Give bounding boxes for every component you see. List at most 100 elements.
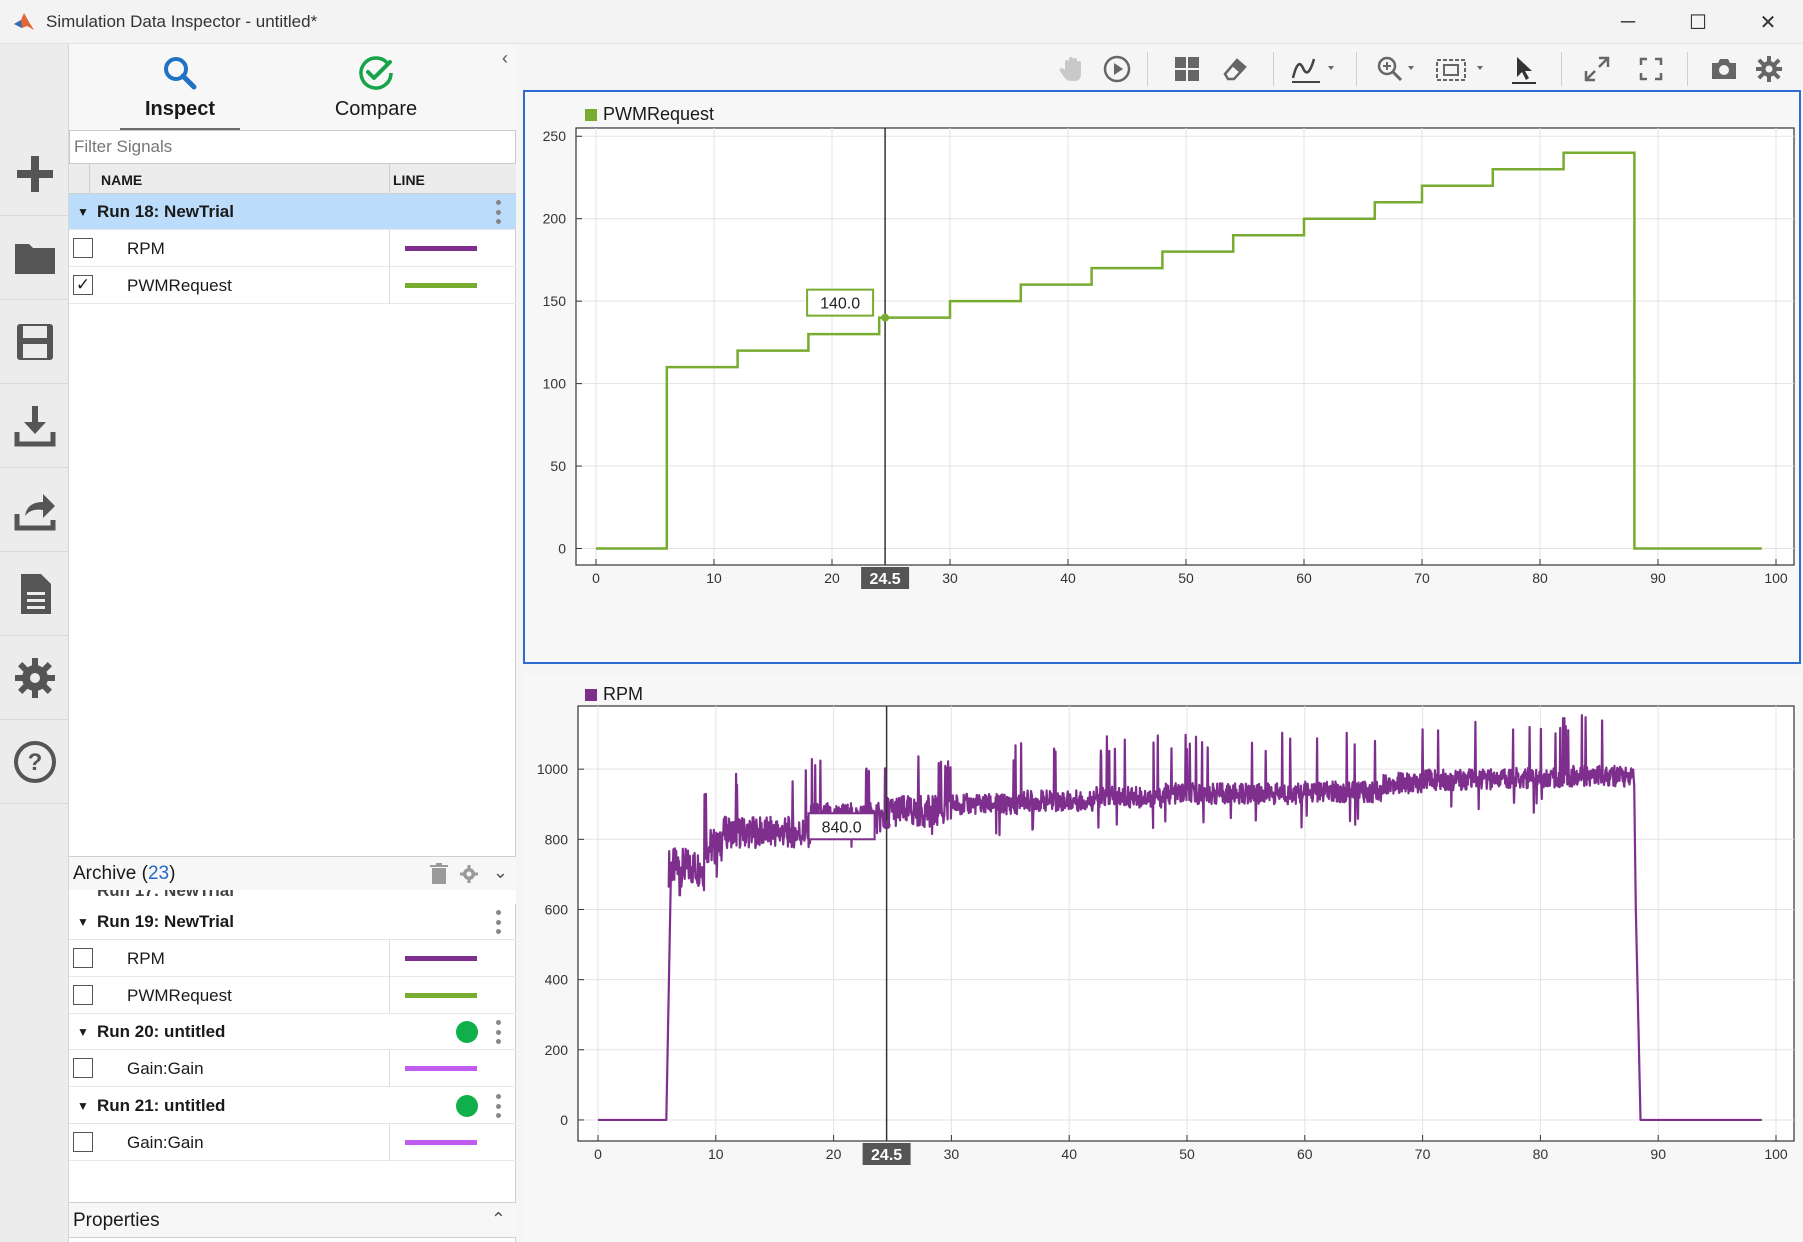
preferences-button[interactable] (0, 636, 69, 720)
snapshot-icon (1712, 59, 1736, 79)
column-name[interactable]: NAME (101, 172, 142, 188)
plot-rpm[interactable]: RPM 0 10 20 30 40 50 60 70 80 90 100 0 200 400 600 800 1… (523, 674, 1801, 1242)
minimize-button[interactable]: ─ (1593, 0, 1663, 44)
run-row[interactable]: ▼ Run 19: NewTrial (69, 904, 516, 940)
signal-row[interactable]: Gain:Gain (69, 1124, 516, 1161)
archive-settings-icon[interactable] (460, 865, 478, 883)
x-tick-label: 90 (1650, 570, 1666, 586)
signal-name: RPM (127, 949, 165, 968)
archive-count: 23 (147, 863, 170, 884)
snapshot-button[interactable] (1707, 52, 1741, 86)
title-bar: Simulation Data Inspector - untitled* ─ … (0, 0, 1803, 44)
pan-button[interactable] (1054, 52, 1088, 86)
maximize-button[interactable]: ☐ (1663, 0, 1733, 44)
pan-icon (1059, 57, 1081, 81)
line-style-icon (1291, 58, 1334, 83)
open-button[interactable] (0, 216, 69, 300)
expand-triangle-icon[interactable]: ▼ (77, 1025, 91, 1039)
run-row[interactable]: ▼ Run 20: untitled (69, 1014, 516, 1050)
column-line[interactable]: LINE (393, 172, 425, 188)
replay-icon (1103, 55, 1131, 83)
run-label: Run 17: NewTrial (97, 890, 234, 900)
new-session-button[interactable] (0, 132, 69, 216)
expand-button[interactable] (1580, 52, 1614, 86)
chart-svg[interactable]: 0 10 20 30 40 50 60 70 80 90 100020040060080010002… (523, 674, 1801, 1242)
expand-triangle-icon[interactable]: ▼ (77, 205, 91, 219)
status-dot (456, 1095, 478, 1117)
clear-button[interactable] (1217, 52, 1251, 86)
y-tick-label: 600 (545, 901, 569, 917)
datatip-value: 840.0 (822, 819, 862, 836)
line-style-swatch[interactable] (405, 993, 477, 998)
zoom-button[interactable] (1375, 52, 1419, 86)
x-tick-label: 40 (1060, 570, 1076, 586)
check-circle-icon (359, 56, 393, 90)
cursor-label: 24.5 (870, 571, 901, 588)
tab-inspect[interactable]: Inspect (120, 50, 240, 132)
signal-checkbox[interactable] (73, 1058, 93, 1078)
signal-checkbox[interactable] (73, 1132, 93, 1152)
plot-settings-button[interactable] (1752, 52, 1786, 86)
line-style-swatch[interactable] (405, 1066, 477, 1071)
archive-collapse-icon[interactable]: ⌄ (493, 862, 508, 883)
more-options-icon[interactable] (496, 910, 502, 934)
fit-to-view-button[interactable] (1434, 52, 1490, 86)
y-tick-label: 200 (543, 211, 567, 227)
x-tick-label: 80 (1532, 570, 1548, 586)
properties-collapse-icon[interactable]: ⌃ (491, 1209, 506, 1230)
y-tick-label: 800 (545, 831, 569, 847)
fullscreen-button[interactable] (1634, 52, 1668, 86)
x-tick-label: 40 (1061, 1146, 1077, 1162)
import-button[interactable] (0, 384, 69, 468)
x-tick-label: 100 (1764, 1146, 1788, 1162)
line-style-swatch[interactable] (405, 246, 477, 251)
signal-checkbox[interactable] (73, 948, 93, 968)
signal-row[interactable]: ✓ PWMRequest (69, 267, 516, 304)
more-options-icon[interactable] (496, 200, 502, 224)
run-row[interactable]: ▼ Run 21: untitled (69, 1088, 516, 1124)
save-button[interactable] (0, 300, 69, 384)
line-style-swatch[interactable] (405, 1140, 477, 1145)
archive-header[interactable]: Archive (23) ⌄ (69, 856, 516, 890)
collapse-panel-icon[interactable]: ‹ (502, 48, 508, 69)
run-row[interactable]: ▼ Run 18: NewTrial (69, 194, 516, 230)
y-tick-label: 100 (543, 376, 567, 392)
close-window-button[interactable]: ✕ (1733, 0, 1803, 44)
signal-checkbox[interactable] (73, 238, 93, 258)
x-tick-label: 50 (1179, 1146, 1195, 1162)
signal-checkbox-checked[interactable]: ✓ (73, 275, 93, 295)
more-options-icon[interactable] (496, 1094, 502, 1118)
properties-header[interactable]: Properties ⌃ (69, 1202, 516, 1238)
filter-signals-input[interactable] (69, 130, 516, 164)
report-button[interactable] (0, 552, 69, 636)
expand-triangle-icon[interactable]: ▼ (77, 1099, 91, 1113)
x-tick-label: 20 (826, 1146, 842, 1162)
trash-icon[interactable] (430, 863, 448, 885)
signal-row[interactable]: RPM (69, 230, 516, 267)
replay-button[interactable] (1100, 52, 1134, 86)
line-style-swatch[interactable] (405, 956, 477, 961)
plot-pwmrequest[interactable]: PWMRequest 0 10 20 30 40 50 60 70 80 90 100 0 50 100 1… (523, 90, 1801, 664)
signal-row[interactable]: Gain:Gain (69, 1050, 516, 1087)
run-label: Run 18: NewTrial (97, 201, 234, 221)
signal-row[interactable]: PWMRequest (69, 977, 516, 1014)
plot-toolbar (517, 44, 1803, 92)
more-options-icon[interactable] (496, 1020, 502, 1044)
expand-icon (1584, 56, 1610, 82)
expand-triangle-icon[interactable]: ▼ (77, 915, 91, 929)
layout-button[interactable] (1170, 52, 1204, 86)
tab-inspect-label: Inspect (144, 98, 216, 120)
archive-scroll-clip: Run 17: NewTrial (69, 890, 516, 904)
signal-checkbox[interactable] (73, 985, 93, 1005)
chart-svg[interactable]: 0 10 20 30 40 50 60 70 80 90 100 0 50 100 150 200 250 24.… (525, 92, 1799, 662)
cursor-button[interactable] (1507, 52, 1541, 86)
line-style-swatch[interactable] (405, 283, 477, 288)
line-style-button[interactable] (1290, 52, 1340, 86)
export-button[interactable] (0, 468, 69, 552)
help-button[interactable]: ? (0, 720, 69, 804)
window-title: Simulation Data Inspector - untitled* (46, 11, 318, 31)
x-tick-label: 0 (594, 1146, 602, 1162)
y-tick-label: 0 (558, 541, 566, 557)
tab-compare[interactable]: Compare (316, 50, 436, 126)
signal-row[interactable]: RPM (69, 940, 516, 977)
